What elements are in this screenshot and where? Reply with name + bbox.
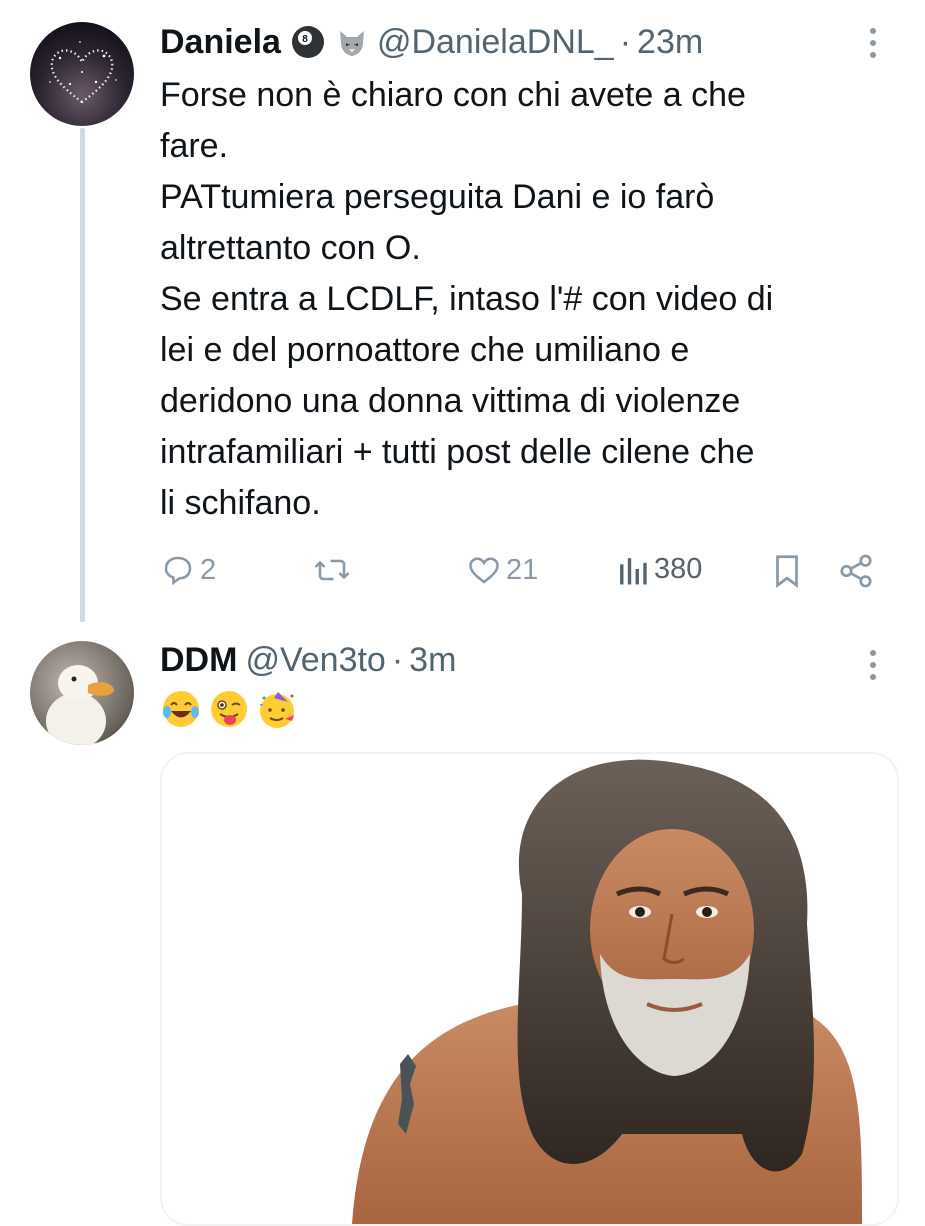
more-options-icon[interactable] (868, 28, 878, 64)
reply-count: 2 (200, 553, 217, 586)
author-name[interactable]: DDM (160, 640, 237, 680)
heart-icon (469, 557, 499, 584)
winking-face-with-tongue-icon (211, 691, 247, 727)
bookmark-button[interactable] (770, 552, 804, 590)
avatar-ddm[interactable] (30, 641, 134, 745)
timestamp[interactable]: 23m (637, 22, 703, 62)
tweet-text (160, 688, 298, 732)
more-options-icon[interactable] (868, 650, 878, 686)
reply-button[interactable]: 2 (160, 552, 216, 588)
views-button[interactable]: 380 (618, 552, 702, 586)
author-handle[interactable]: @DanielaDNL_ (377, 22, 614, 62)
timestamp[interactable]: 3m (409, 640, 456, 680)
views-chart-icon (620, 558, 647, 585)
wolf-icon (335, 25, 369, 59)
tweet-text: Forse non è chiaro con chi avete a che f… (160, 76, 774, 522)
svg-text:8: 8 (302, 34, 308, 45)
thread-connector-line (80, 128, 85, 622)
avatar-daniela[interactable] (30, 22, 134, 126)
separator-dot: · (391, 641, 404, 679)
heart-sparkle-avatar-image (30, 22, 134, 126)
views-count: 380 (654, 552, 703, 585)
reply-icon (164, 556, 192, 586)
retweet-icon (314, 559, 350, 581)
tweet-media-image[interactable] (160, 752, 899, 1226)
share-icon (840, 554, 872, 588)
face-with-tears-of-joy-icon (163, 691, 199, 727)
duck-avatar-image (30, 641, 134, 745)
separator-dot: · (619, 23, 632, 61)
tweet-actions: 2 21 380 (160, 552, 880, 596)
8-ball-icon: 8 (291, 25, 325, 59)
retweet-button[interactable] (312, 552, 356, 588)
partying-face-icon (260, 692, 294, 728)
like-button[interactable]: 21 (466, 552, 538, 588)
photo-man-long-gray-hair (162, 754, 897, 1224)
bookmark-icon (776, 555, 798, 588)
tweet-header: Daniela 8 @DanielaDNL_ · 23m (160, 22, 703, 62)
like-count: 21 (506, 553, 539, 586)
share-button[interactable] (836, 552, 876, 590)
tweet-header: DDM @Ven3to · 3m (160, 640, 456, 680)
author-handle[interactable]: @Ven3to (245, 640, 385, 680)
author-name[interactable]: Daniela (160, 22, 281, 62)
